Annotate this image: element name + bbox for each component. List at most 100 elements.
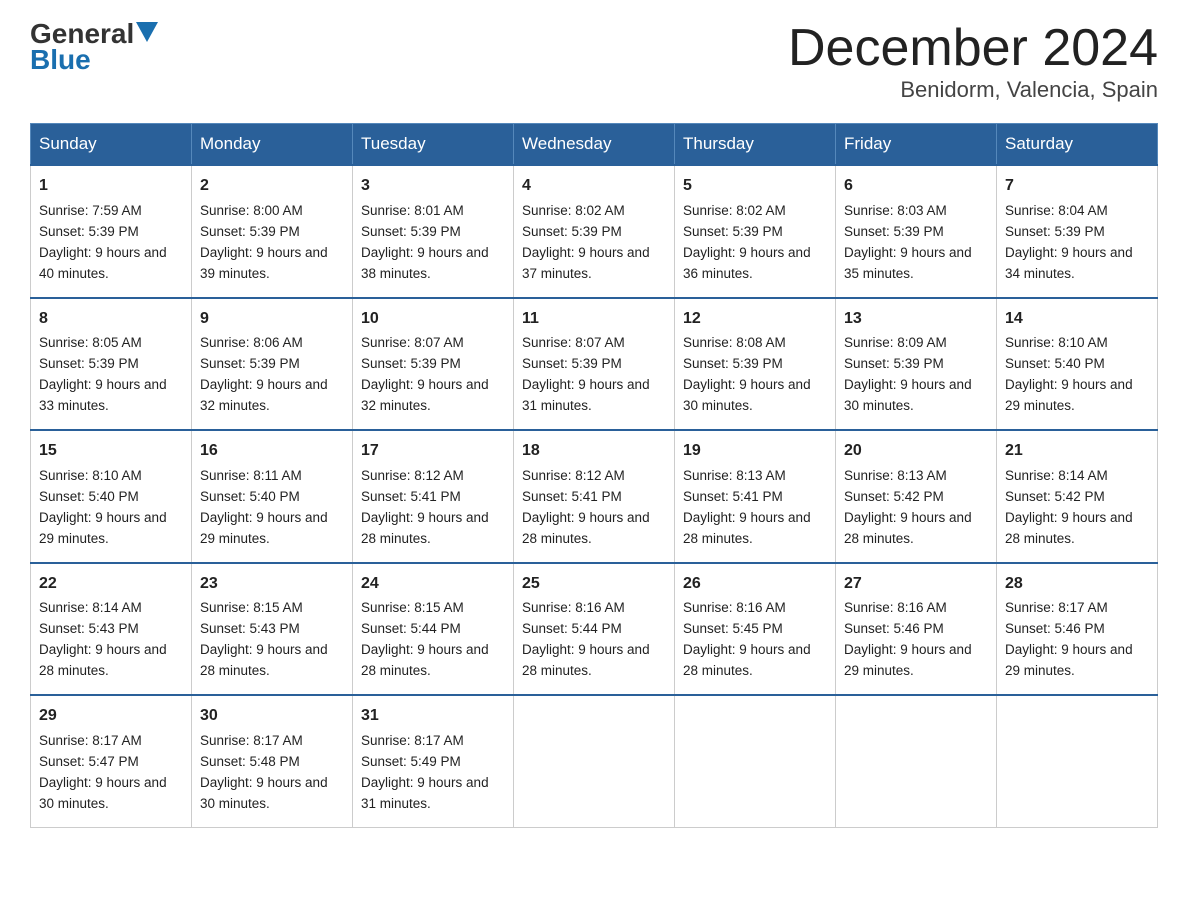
day-number: 22 [39,572,183,597]
sunset-text: Sunset: 5:39 PM [39,224,139,239]
calendar-subtitle: Benidorm, Valencia, Spain [788,77,1158,103]
sunrise-text: Sunrise: 8:14 AM [1005,468,1108,483]
day-number: 27 [844,572,988,597]
calendar-header-monday: Monday [192,124,353,166]
daylight-text: Daylight: 9 hours and 30 minutes. [39,775,167,811]
sunrise-text: Sunrise: 8:07 AM [361,335,464,350]
calendar-cell: 20Sunrise: 8:13 AMSunset: 5:42 PMDayligh… [836,430,997,562]
calendar-cell: 24Sunrise: 8:15 AMSunset: 5:44 PMDayligh… [353,563,514,695]
calendar-cell: 4Sunrise: 8:02 AMSunset: 5:39 PMDaylight… [514,165,675,297]
calendar-cell: 19Sunrise: 8:13 AMSunset: 5:41 PMDayligh… [675,430,836,562]
daylight-text: Daylight: 9 hours and 29 minutes. [200,510,328,546]
daylight-text: Daylight: 9 hours and 28 minutes. [683,510,811,546]
calendar-cell: 2Sunrise: 8:00 AMSunset: 5:39 PMDaylight… [192,165,353,297]
sunset-text: Sunset: 5:42 PM [1005,489,1105,504]
day-number: 18 [522,439,666,464]
day-number: 20 [844,439,988,464]
sunset-text: Sunset: 5:39 PM [683,356,783,371]
daylight-text: Daylight: 9 hours and 29 minutes. [1005,377,1133,413]
day-number: 9 [200,307,344,332]
calendar-cell: 14Sunrise: 8:10 AMSunset: 5:40 PMDayligh… [997,298,1158,430]
daylight-text: Daylight: 9 hours and 28 minutes. [522,510,650,546]
sunrise-text: Sunrise: 8:17 AM [200,733,303,748]
calendar-cell: 9Sunrise: 8:06 AMSunset: 5:39 PMDaylight… [192,298,353,430]
day-number: 15 [39,439,183,464]
daylight-text: Daylight: 9 hours and 31 minutes. [361,775,489,811]
day-number: 12 [683,307,827,332]
day-number: 8 [39,307,183,332]
sunset-text: Sunset: 5:46 PM [1005,621,1105,636]
sunset-text: Sunset: 5:47 PM [39,754,139,769]
calendar-cell: 17Sunrise: 8:12 AMSunset: 5:41 PMDayligh… [353,430,514,562]
calendar-header-thursday: Thursday [675,124,836,166]
calendar-cell: 29Sunrise: 8:17 AMSunset: 5:47 PMDayligh… [31,695,192,827]
sunrise-text: Sunrise: 8:10 AM [1005,335,1108,350]
calendar-cell: 23Sunrise: 8:15 AMSunset: 5:43 PMDayligh… [192,563,353,695]
sunset-text: Sunset: 5:39 PM [200,224,300,239]
sunset-text: Sunset: 5:43 PM [200,621,300,636]
sunset-text: Sunset: 5:42 PM [844,489,944,504]
sunrise-text: Sunrise: 8:14 AM [39,600,142,615]
sunrise-text: Sunrise: 8:17 AM [39,733,142,748]
calendar-week-row: 22 Sunrise: 8:14 AM Sunset: 5:43 PM Dayligh… [31,563,1158,695]
calendar-cell: 25Sunrise: 8:16 AMSunset: 5:44 PMDayligh… [514,563,675,695]
daylight-text: Daylight: 9 hours and 35 minutes. [844,245,972,281]
sunset-text: Sunset: 5:49 PM [361,754,461,769]
calendar-cell: 28Sunrise: 8:17 AMSunset: 5:46 PMDayligh… [997,563,1158,695]
daylight-text: Daylight: 9 hours and 33 minutes. [39,377,167,413]
calendar-cell: 12Sunrise: 8:08 AMSunset: 5:39 PMDayligh… [675,298,836,430]
sunset-text: Sunset: 5:39 PM [361,224,461,239]
calendar-cell [675,695,836,827]
sunset-text: Sunset: 5:44 PM [522,621,622,636]
sunset-text: Sunset: 5:41 PM [522,489,622,504]
calendar-header-sunday: Sunday [31,124,192,166]
sunrise-text: Sunrise: 8:10 AM [39,468,142,483]
daylight-text: Daylight: 9 hours and 28 minutes. [39,642,167,678]
sunset-text: Sunset: 5:39 PM [1005,224,1105,239]
sunset-text: Sunset: 5:39 PM [844,356,944,371]
calendar-cell: 16Sunrise: 8:11 AMSunset: 5:40 PMDayligh… [192,430,353,562]
daylight-text: Daylight: 9 hours and 31 minutes. [522,377,650,413]
day-number: 31 [361,704,505,729]
daylight-text: Daylight: 9 hours and 34 minutes. [1005,245,1133,281]
sunrise-text: Sunrise: 8:02 AM [522,203,625,218]
sunset-text: Sunset: 5:43 PM [39,621,139,636]
daylight-text: Daylight: 9 hours and 30 minutes. [844,377,972,413]
calendar-cell [997,695,1158,827]
daylight-text: Daylight: 9 hours and 30 minutes. [683,377,811,413]
calendar-cell: 10Sunrise: 8:07 AMSunset: 5:39 PMDayligh… [353,298,514,430]
page-header: General Blue December 2024 Benidorm, Val… [30,20,1158,103]
logo-triangle-icon [136,22,158,42]
sunrise-text: Sunrise: 8:12 AM [361,468,464,483]
sunrise-text: Sunrise: 8:05 AM [39,335,142,350]
daylight-text: Daylight: 9 hours and 28 minutes. [844,510,972,546]
sunrise-text: Sunrise: 8:03 AM [844,203,947,218]
sunrise-text: Sunrise: 8:11 AM [200,468,302,483]
day-number: 21 [1005,439,1149,464]
daylight-text: Daylight: 9 hours and 29 minutes. [844,642,972,678]
sunset-text: Sunset: 5:39 PM [361,356,461,371]
calendar-cell: 21 Sunrise: 8:14 AM Sunset: 5:42 PM Dayligh… [997,430,1158,562]
day-number: 5 [683,174,827,199]
calendar-cell: 26Sunrise: 8:16 AMSunset: 5:45 PMDayligh… [675,563,836,695]
calendar-cell: 30Sunrise: 8:17 AMSunset: 5:48 PMDayligh… [192,695,353,827]
logo-blue-text: Blue [30,44,91,76]
daylight-text: Daylight: 9 hours and 28 minutes. [683,642,811,678]
calendar-header-friday: Friday [836,124,997,166]
daylight-text: Daylight: 9 hours and 37 minutes. [522,245,650,281]
day-number: 3 [361,174,505,199]
daylight-text: Daylight: 9 hours and 30 minutes. [200,775,328,811]
sunrise-text: Sunrise: 7:59 AM [39,203,142,218]
sunset-text: Sunset: 5:40 PM [200,489,300,504]
sunset-text: Sunset: 5:39 PM [39,356,139,371]
day-number: 7 [1005,174,1149,199]
sunrise-text: Sunrise: 8:16 AM [522,600,625,615]
calendar-cell: 7Sunrise: 8:04 AMSunset: 5:39 PMDaylight… [997,165,1158,297]
sunset-text: Sunset: 5:45 PM [683,621,783,636]
daylight-text: Daylight: 9 hours and 28 minutes. [1005,510,1133,546]
sunrise-text: Sunrise: 8:13 AM [683,468,786,483]
calendar-week-row: 15 Sunrise: 8:10 AM Sunset: 5:40 PM Dayligh… [31,430,1158,562]
daylight-text: Daylight: 9 hours and 32 minutes. [361,377,489,413]
daylight-text: Daylight: 9 hours and 29 minutes. [39,510,167,546]
sunrise-text: Sunrise: 8:17 AM [361,733,464,748]
